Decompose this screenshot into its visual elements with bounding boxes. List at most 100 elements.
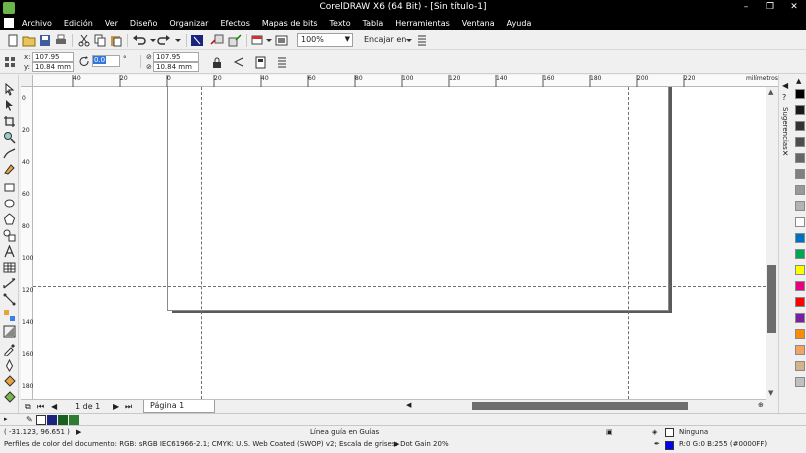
palette-swatch[interactable] (795, 137, 805, 147)
import-icon[interactable] (210, 34, 224, 47)
options-icon[interactable] (416, 34, 430, 47)
help-icon[interactable]: ? (782, 93, 786, 102)
palette-swatch[interactable] (795, 345, 805, 355)
previous-page-icon[interactable]: ◀ (51, 402, 57, 411)
height-field[interactable]: 10.84 mm (153, 62, 199, 72)
settings-icon[interactable]: ▣ (606, 428, 613, 436)
shape-tool-icon[interactable] (3, 99, 16, 112)
text-tool-icon[interactable] (3, 244, 16, 258)
vertical-scroll-thumb[interactable] (767, 265, 776, 333)
vertical-ruler[interactable]: 0 20 40 60 80 100 120 140 160 180 (21, 87, 33, 399)
palette-swatch[interactable] (795, 361, 805, 371)
palette-swatch[interactable] (795, 377, 805, 387)
horizontal-scrollbar[interactable]: ◀ ⊕ (406, 401, 766, 411)
palette-swatch[interactable] (795, 121, 805, 131)
doc-color-swatch[interactable] (69, 415, 79, 425)
next-page-icon[interactable]: ▶ (113, 402, 119, 411)
fill-swatch[interactable] (665, 428, 674, 437)
rotation-angle-field[interactable]: 0.0 (92, 55, 120, 67)
ellipse-tool-icon[interactable] (3, 197, 16, 210)
doc-palette-arrow-icon[interactable]: ▸ (4, 415, 8, 423)
redo-dropdown-icon[interactable] (171, 34, 185, 47)
zoom-navigator-icon[interactable]: ⊕ (758, 401, 764, 409)
vertical-scrollbar[interactable]: ▲ ▼ (766, 87, 778, 399)
palette-swatch[interactable] (795, 281, 805, 291)
copy-icon[interactable] (93, 34, 107, 47)
scroll-down-icon[interactable]: ▼ (768, 389, 773, 397)
palette-swatch[interactable] (795, 313, 805, 323)
position-x-field[interactable]: 107.95 mm (32, 52, 74, 70)
new-document-icon[interactable] (6, 34, 20, 47)
transparency-tool-icon[interactable] (3, 325, 16, 338)
zoom-tool-icon[interactable] (3, 131, 16, 144)
search-content-icon[interactable] (190, 34, 204, 47)
palette-scroll-up-icon[interactable]: ▲ (796, 77, 801, 85)
freehand-tool-icon[interactable] (3, 147, 16, 160)
tab-pagina-1[interactable]: Página 1 (143, 400, 215, 413)
export-icon[interactable] (228, 34, 242, 47)
doc-color-swatch[interactable] (58, 415, 68, 425)
pick-tool-icon[interactable] (3, 82, 16, 96)
scroll-up-icon[interactable]: ▲ (768, 88, 773, 96)
connector-tool-icon[interactable] (3, 293, 16, 306)
document-icon[interactable] (4, 18, 14, 28)
vertical-guideline[interactable] (201, 87, 202, 399)
redo-icon[interactable] (157, 34, 171, 47)
menu-organizar[interactable]: Organizar (163, 19, 214, 28)
horizontal-guideline[interactable] (33, 286, 766, 287)
menu-archivo[interactable]: Archivo (16, 19, 58, 28)
polygon-tool-icon[interactable] (3, 213, 16, 226)
menu-efectos[interactable]: Efectos (214, 19, 255, 28)
menu-diseno[interactable]: Diseño (124, 19, 163, 28)
status-arrow-icon[interactable]: ▶ (76, 428, 81, 436)
smart-fill-tool-icon[interactable] (3, 163, 16, 176)
menu-texto[interactable]: Texto (324, 19, 357, 28)
guide-options-icon[interactable] (276, 56, 290, 69)
dimension-tool-icon[interactable] (3, 277, 16, 290)
width-field[interactable]: 107.95 mm (153, 52, 199, 70)
horizontal-scroll-thumb[interactable] (472, 402, 688, 410)
palette-swatch[interactable] (795, 185, 805, 195)
guide-direction-icon[interactable] (232, 56, 246, 69)
eyedropper-tool-icon[interactable] (3, 343, 16, 357)
save-icon[interactable] (38, 34, 52, 47)
lock-icon[interactable] (210, 56, 224, 69)
position-y-field[interactable]: 10.84 mm (32, 62, 74, 72)
interactive-fill-tool-icon[interactable] (3, 391, 16, 404)
menu-ayuda[interactable]: Ayuda (501, 19, 538, 28)
menu-mapas-de-bits[interactable]: Mapas de bits (256, 19, 324, 28)
snap-to-dropdown[interactable]: Encajar en (364, 35, 406, 44)
scroll-left-icon[interactable]: ◀ (406, 401, 411, 409)
palette-swatch[interactable] (795, 105, 805, 115)
vertical-guideline[interactable] (628, 87, 629, 399)
last-page-icon[interactable]: ⏭ (125, 402, 132, 412)
palette-swatch[interactable] (795, 249, 805, 259)
fill-tool-icon[interactable] (3, 375, 16, 388)
palette-swatch[interactable] (795, 329, 805, 339)
palette-swatch[interactable] (795, 169, 805, 179)
minimize-button[interactable]: – (734, 0, 758, 16)
undo-icon[interactable] (132, 34, 146, 47)
profiles-arrow-icon[interactable]: ▶ (394, 440, 399, 448)
guide-preset-icon[interactable] (254, 56, 268, 69)
palette-swatch[interactable] (795, 233, 805, 243)
no-color-swatch[interactable] (36, 415, 46, 425)
page-options-icon[interactable]: ⧉ (25, 402, 31, 412)
close-button[interactable]: ✕ (782, 0, 806, 16)
blend-tool-icon[interactable] (3, 309, 16, 322)
palette-swatch[interactable] (795, 89, 805, 99)
cut-icon[interactable] (77, 34, 91, 47)
rectangle-tool-icon[interactable] (3, 181, 16, 194)
menu-herramientas[interactable]: Herramientas (389, 19, 456, 28)
paste-icon[interactable] (109, 34, 123, 47)
table-tool-icon[interactable] (3, 261, 16, 274)
palette-swatch[interactable] (795, 201, 805, 211)
eyedropper-icon[interactable]: ✎ (26, 415, 33, 424)
welcome-screen-icon[interactable] (275, 34, 289, 47)
basic-shapes-tool-icon[interactable] (3, 229, 16, 242)
outline-swatch[interactable] (665, 441, 674, 450)
palette-swatch[interactable] (795, 297, 805, 307)
ruler-origin[interactable] (21, 75, 33, 87)
maximize-button[interactable]: ❐ (758, 0, 782, 16)
docker-expand-icon[interactable]: ◀ (782, 81, 788, 90)
